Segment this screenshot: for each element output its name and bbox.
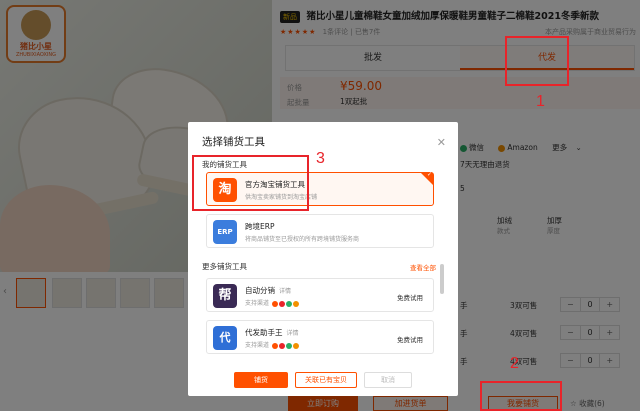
channel-icons: 支持渠道 bbox=[245, 298, 299, 307]
tool-name: 跨境ERP bbox=[245, 222, 275, 231]
dialog-title: 选择铺货工具 bbox=[202, 136, 265, 148]
detail-link[interactable]: 详情 bbox=[279, 288, 291, 295]
erp-icon: ERP bbox=[213, 220, 237, 244]
link-existing-button[interactable]: 关联已有宝贝 bbox=[295, 372, 357, 388]
tool-name: 自动分销 详情 bbox=[245, 286, 292, 295]
tool-auto-distribution[interactable]: 帮 自动分销 详情 支持渠道 免费试用 bbox=[206, 278, 434, 312]
annotation-box-2 bbox=[480, 381, 562, 411]
channel-icons: 支持渠道 bbox=[245, 340, 299, 349]
more-tools-label: 更多铺货工具 bbox=[202, 262, 247, 271]
annotation-number-3: 3 bbox=[316, 150, 325, 167]
tool-name: 代发助手王 详情 bbox=[245, 328, 299, 337]
annotation-number-1: 1 bbox=[536, 93, 545, 110]
tool-dropship-assistant[interactable]: 代 代发助手王 详情 支持渠道 免费试用 bbox=[206, 320, 434, 354]
free-trial-button[interactable]: 免费试用 bbox=[397, 292, 423, 302]
annotation-number-2: 2 bbox=[510, 355, 519, 372]
bang-icon: 帮 bbox=[213, 284, 237, 308]
cancel-button[interactable]: 取消 bbox=[364, 372, 412, 388]
cart-icon: 代 bbox=[213, 326, 237, 350]
check-icon: ✓ bbox=[426, 171, 432, 178]
annotation-box-3 bbox=[192, 155, 309, 211]
confirm-dropship-button[interactable]: 铺货 bbox=[234, 372, 288, 388]
scrollbar[interactable] bbox=[440, 264, 444, 294]
view-all-link[interactable]: 查看全部 bbox=[410, 262, 436, 272]
annotation-box-1 bbox=[505, 36, 569, 86]
tool-desc: 将商品铺货至已授权的所有跨境铺货服务商 bbox=[245, 236, 360, 243]
detail-link[interactable]: 详情 bbox=[287, 330, 299, 337]
close-icon[interactable]: ✕ bbox=[437, 136, 446, 149]
tool-cross-border-erp[interactable]: ERP 跨境ERP 将商品铺货至已授权的所有跨境铺货服务商 bbox=[206, 214, 434, 248]
free-trial-button[interactable]: 免费试用 bbox=[397, 334, 423, 344]
